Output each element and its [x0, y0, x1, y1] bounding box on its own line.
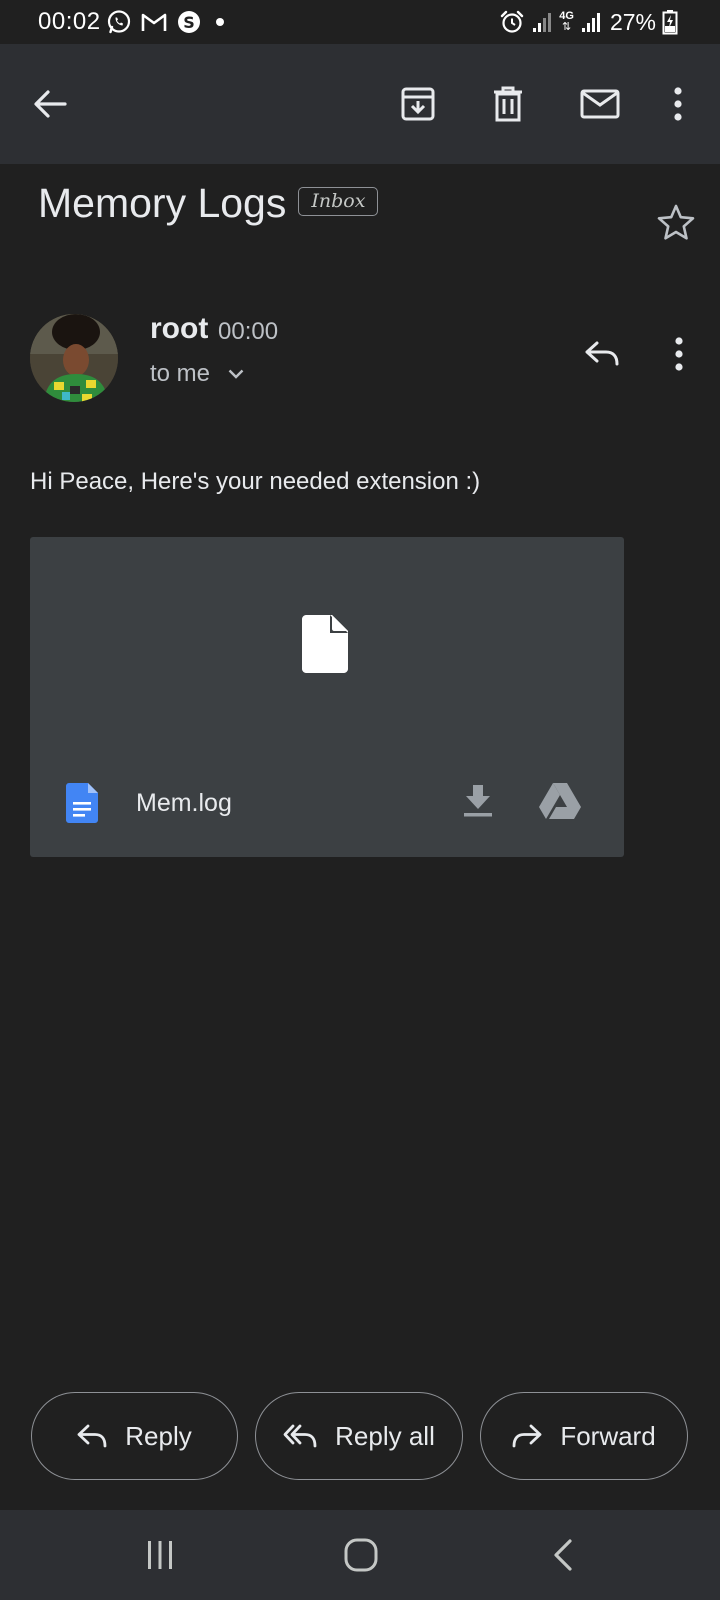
reply-button-header[interactable] [578, 330, 626, 378]
battery-percent: 27% [609, 8, 656, 35]
archive-icon [401, 87, 435, 121]
save-to-drive-button[interactable] [530, 771, 590, 831]
data-arrows-icon: ⇅ [562, 21, 572, 33]
mark-unread-button[interactable] [574, 78, 626, 130]
reply-icon [585, 341, 619, 366]
app-toolbar [0, 44, 720, 164]
sender-name[interactable]: root [150, 312, 208, 346]
delete-icon [494, 86, 522, 122]
signal-icon [533, 13, 552, 32]
home-button[interactable] [331, 1530, 391, 1580]
star-icon [657, 204, 695, 240]
whatsapp-icon [107, 10, 131, 34]
reply-button[interactable]: Reply [31, 1392, 238, 1480]
message-more-button[interactable] [655, 330, 703, 378]
attachment-name: Mem.log [136, 789, 232, 817]
recipient-details-toggle[interactable]: to me [150, 360, 244, 388]
reply-icon [77, 1424, 107, 1448]
star-button[interactable] [650, 198, 702, 246]
alarm-icon [501, 10, 524, 33]
signal-icon-2 [581, 13, 600, 32]
home-icon [344, 1538, 378, 1572]
forward-label: Forward [560, 1420, 656, 1451]
email-subject: Memory Logs [38, 180, 287, 226]
avatar-photo [30, 314, 118, 402]
email-body: Hi Peace, Here's your needed extension :… [30, 468, 481, 495]
more-vert-icon [675, 337, 683, 371]
nav-back-button[interactable] [533, 1530, 593, 1580]
status-time: 00:02 [38, 8, 101, 35]
file-icon [302, 615, 348, 673]
skype-icon: S [178, 11, 200, 33]
notification-dot [216, 18, 224, 26]
attachment-card[interactable]: Mem.log [30, 537, 624, 857]
arrow-back-icon [34, 90, 67, 118]
reply-all-button[interactable]: Reply all [255, 1392, 463, 1480]
forward-button[interactable]: Forward [480, 1392, 688, 1480]
svg-text:S: S [183, 13, 195, 32]
sent-time: 00:00 [218, 318, 279, 345]
system-icons: 4G ⇅ 27% [499, 8, 678, 36]
reply-label: Reply [125, 1420, 192, 1451]
reply-all-label: Reply all [335, 1420, 435, 1451]
delete-button[interactable] [482, 78, 534, 130]
status-bar: 00:02 S 4G ⇅ 27% [0, 0, 720, 44]
forward-icon [512, 1424, 542, 1448]
download-button[interactable] [448, 771, 508, 831]
mark-unread-icon [580, 89, 620, 119]
system-navigation-bar [0, 1510, 720, 1600]
data-icon: 4G ⇅ [559, 11, 574, 33]
gmail-icon [141, 13, 167, 31]
recents-icon [148, 1541, 172, 1569]
back-icon [554, 1539, 572, 1571]
notification-icons: S [106, 9, 224, 35]
more-vert-icon [674, 87, 682, 121]
archive-button[interactable] [392, 78, 444, 130]
drive-icon [539, 783, 581, 819]
subject-row: Memory Logs Inbox [38, 180, 379, 227]
battery-charging-icon [662, 10, 678, 35]
avatar[interactable] [30, 314, 118, 402]
back-button[interactable] [24, 78, 76, 130]
recents-button[interactable] [130, 1530, 190, 1580]
reply-all-icon [283, 1424, 317, 1448]
inbox-label[interactable]: Inbox [298, 187, 379, 216]
document-icon [66, 783, 98, 823]
more-options-button[interactable] [652, 78, 704, 130]
recipient-text: to me [150, 360, 211, 387]
download-icon [464, 785, 492, 817]
chevron-down-icon [228, 369, 244, 379]
